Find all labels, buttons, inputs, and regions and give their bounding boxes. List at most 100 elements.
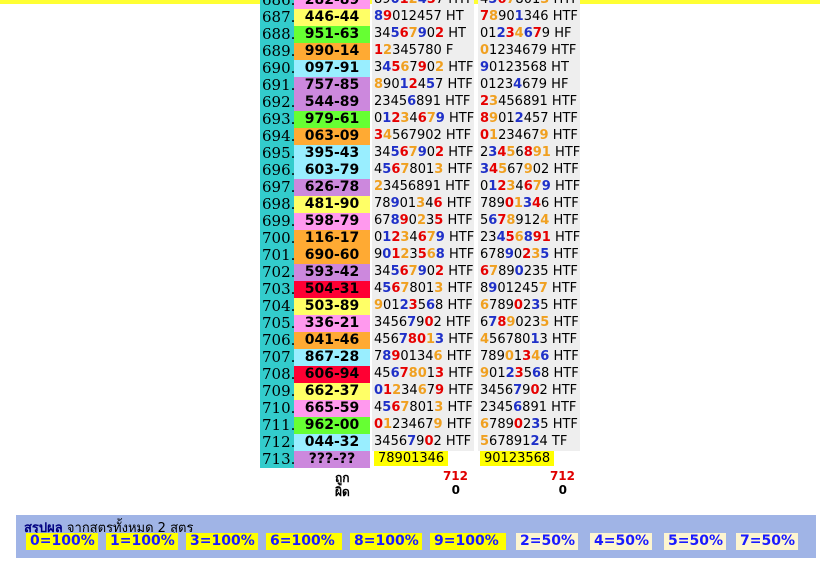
result-number: 951-63 (294, 26, 370, 43)
result-number: 481-90 (294, 196, 370, 213)
table-row: 707. 867-28 78901346 HTF 78901346 HTF (260, 349, 580, 366)
formula-1-cell: 01234679 HTF (372, 230, 475, 247)
formula-1-cell: 45678013 HTF (372, 162, 474, 179)
result-number: 757-85 (294, 77, 370, 94)
formula-1-cell: 45678013 HTF (372, 400, 474, 417)
formula-2-cell: 34567902 HTF (478, 162, 580, 179)
formula-2-cell: 45678013 HTF (478, 0, 580, 9)
summary-chip: 9=100% (430, 533, 506, 550)
table-row: 712. 044-32 34567902 HTF 56789124 TF (260, 434, 580, 451)
table-row: 710. 665-59 45678013 HTF 23456891 HTF (260, 400, 580, 417)
formula-2-cell: 45678013 HTF (478, 332, 580, 349)
formula-2-cell: 23456891 HTF (478, 400, 580, 417)
result-number: 606-94 (294, 366, 370, 383)
row-number: 702. (260, 263, 296, 281)
formula-1-cell: 67890235 HTF (372, 213, 474, 230)
table-row: 696. 603-79 45678013 HTF 34567902 HTF (260, 162, 580, 179)
table-row: 701. 690-60 90123568 HTF 67890235 HTF (260, 247, 580, 264)
right-count-a: 712 (442, 469, 468, 483)
wrong-count-b: 0 (558, 483, 567, 497)
formula-1-cell: 01234679 HTF (372, 383, 474, 400)
result-number: 544-89 (294, 94, 370, 111)
row-number: 699. (260, 212, 296, 230)
row-number: 689. (260, 42, 296, 60)
formula-1-cell: 45678013 HTF (372, 281, 474, 298)
formula-2-cell: 56789124 TF (478, 434, 580, 451)
row-number: 687. (260, 8, 296, 26)
row-number: 707. (260, 348, 296, 366)
table-row: 690. 097-91 34567902 HTF 90123568 HT (260, 60, 580, 77)
row-number: 700. (260, 229, 296, 247)
summary-chip: 3=100% (186, 533, 258, 550)
result-number: 962-00 (294, 417, 370, 434)
result-number: 503-89 (294, 298, 370, 315)
table-row: 706. 041-46 45678013 HTF 45678013 HTF (260, 332, 580, 349)
row-number: 709. (260, 382, 296, 400)
formula-1-cell: 34567902 HTF (372, 264, 474, 281)
table-row: 704. 503-89 90123568 HTF 67890235 HTF (260, 298, 580, 315)
table-row: 691. 757-85 89012457 HTF 01234679 HF (260, 77, 580, 94)
summary-chip: 4=50% (590, 533, 652, 550)
row-number: 692. (260, 93, 296, 111)
formula-1-cell: 45678013 HTF (372, 332, 474, 349)
result-number: 979-61 (294, 111, 370, 128)
formula-2-cell: 67890235 HTF (478, 315, 580, 332)
formula-2-cell: 90123568 (478, 451, 580, 468)
formula-2-cell: 34567902 HTF (478, 383, 580, 400)
result-number: 603-79 (294, 162, 370, 179)
result-number: 116-17 (294, 230, 370, 247)
result-number: 593-42 (294, 264, 370, 281)
wrong-label: ผิด (335, 485, 350, 499)
result-number: 063-09 (294, 128, 370, 145)
row-number: 711. (260, 416, 296, 434)
formula-2-cell: 01234679 HTF (478, 43, 580, 60)
result-number: 990-14 (294, 43, 370, 60)
formula-2-cell: 01234679 HF (478, 26, 580, 43)
table-row: 688. 951-63 34567902 HT 01234679 HF (260, 26, 580, 43)
formula-2-cell: 78901346 HTF (478, 196, 580, 213)
formula-1-cell: 23456891 HTF (372, 94, 474, 111)
formula-2-cell: 23456891 HTF (478, 145, 581, 162)
table-row: 709. 662-37 01234679 HTF 34567902 HTF (260, 383, 580, 400)
row-number: 712. (260, 433, 296, 451)
formula-1-cell: 78901346 (372, 451, 474, 468)
table-row: 698. 481-90 78901346 HTF 78901346 HTF (260, 196, 580, 213)
summary-chip: 5=50% (664, 533, 726, 550)
table-row: 703. 504-31 45678013 HTF 89012457 HTF (260, 281, 580, 298)
table-row: 686.282-8989012457 HTF45678013 HTF (260, 0, 580, 9)
formula-2-cell: 23456891 HTF (478, 94, 580, 111)
formula-2-cell: 90123568 HT (478, 60, 580, 77)
summary-chip: 6=100% (266, 533, 342, 550)
row-number: 705. (260, 314, 296, 332)
formula-1-cell: 34567902 HTF (372, 128, 474, 145)
table-row: 695. 395-43 34567902 HTF 23456891 HTF (260, 145, 580, 162)
formula-2-cell: 67890235 HTF (478, 264, 580, 281)
result-number: 044-32 (294, 434, 370, 451)
table-row: 699. 598-79 67890235 HTF 56789124 HTF (260, 213, 580, 230)
row-number: 696. (260, 161, 296, 179)
table-row: 711. 962-00 01234679 HTF 67890235 HTF (260, 417, 580, 434)
formula-1-cell: 01234679 HTF (372, 417, 474, 434)
formula-2-cell: 89012457 HTF (478, 111, 580, 128)
result-number: 867-28 (294, 349, 370, 366)
result-number: ???-?? (294, 451, 370, 468)
summary-chip: 0=100% (26, 533, 98, 550)
row-number: 703. (260, 280, 296, 298)
formula-1-cell: 90123568 HTF (372, 247, 475, 264)
table-row: 689. 990-14 12345780 F 01234679 HTF (260, 43, 580, 60)
row-number: 694. (260, 127, 296, 145)
formula-2-cell: 01234679 HTF (478, 128, 580, 145)
formula-1-cell: 89012457 HTF (372, 0, 474, 9)
row-number: 691. (260, 76, 296, 94)
wrong-count-a: 0 (451, 483, 460, 497)
table-row: 697. 626-78 23456891 HTF 01234679 HTF (260, 179, 580, 196)
summary-panel: สรุปผล จากสูตรทั้งหมด 2 สูตร 0=100% 1=100… (16, 515, 816, 558)
formula-2-cell: 01234679 HF (478, 77, 580, 94)
formula-2-cell: 78901346 HTF (478, 9, 580, 26)
result-number: 395-43 (294, 145, 370, 162)
row-number: 693. (260, 110, 296, 128)
formula-1-cell: 34567902 HT (372, 26, 474, 43)
formula-2-cell: 23456891 HTF (478, 230, 581, 247)
table-row: 702. 593-42 34567902 HTF 67890235 HTF (260, 264, 580, 281)
row-number: 695. (260, 144, 296, 162)
